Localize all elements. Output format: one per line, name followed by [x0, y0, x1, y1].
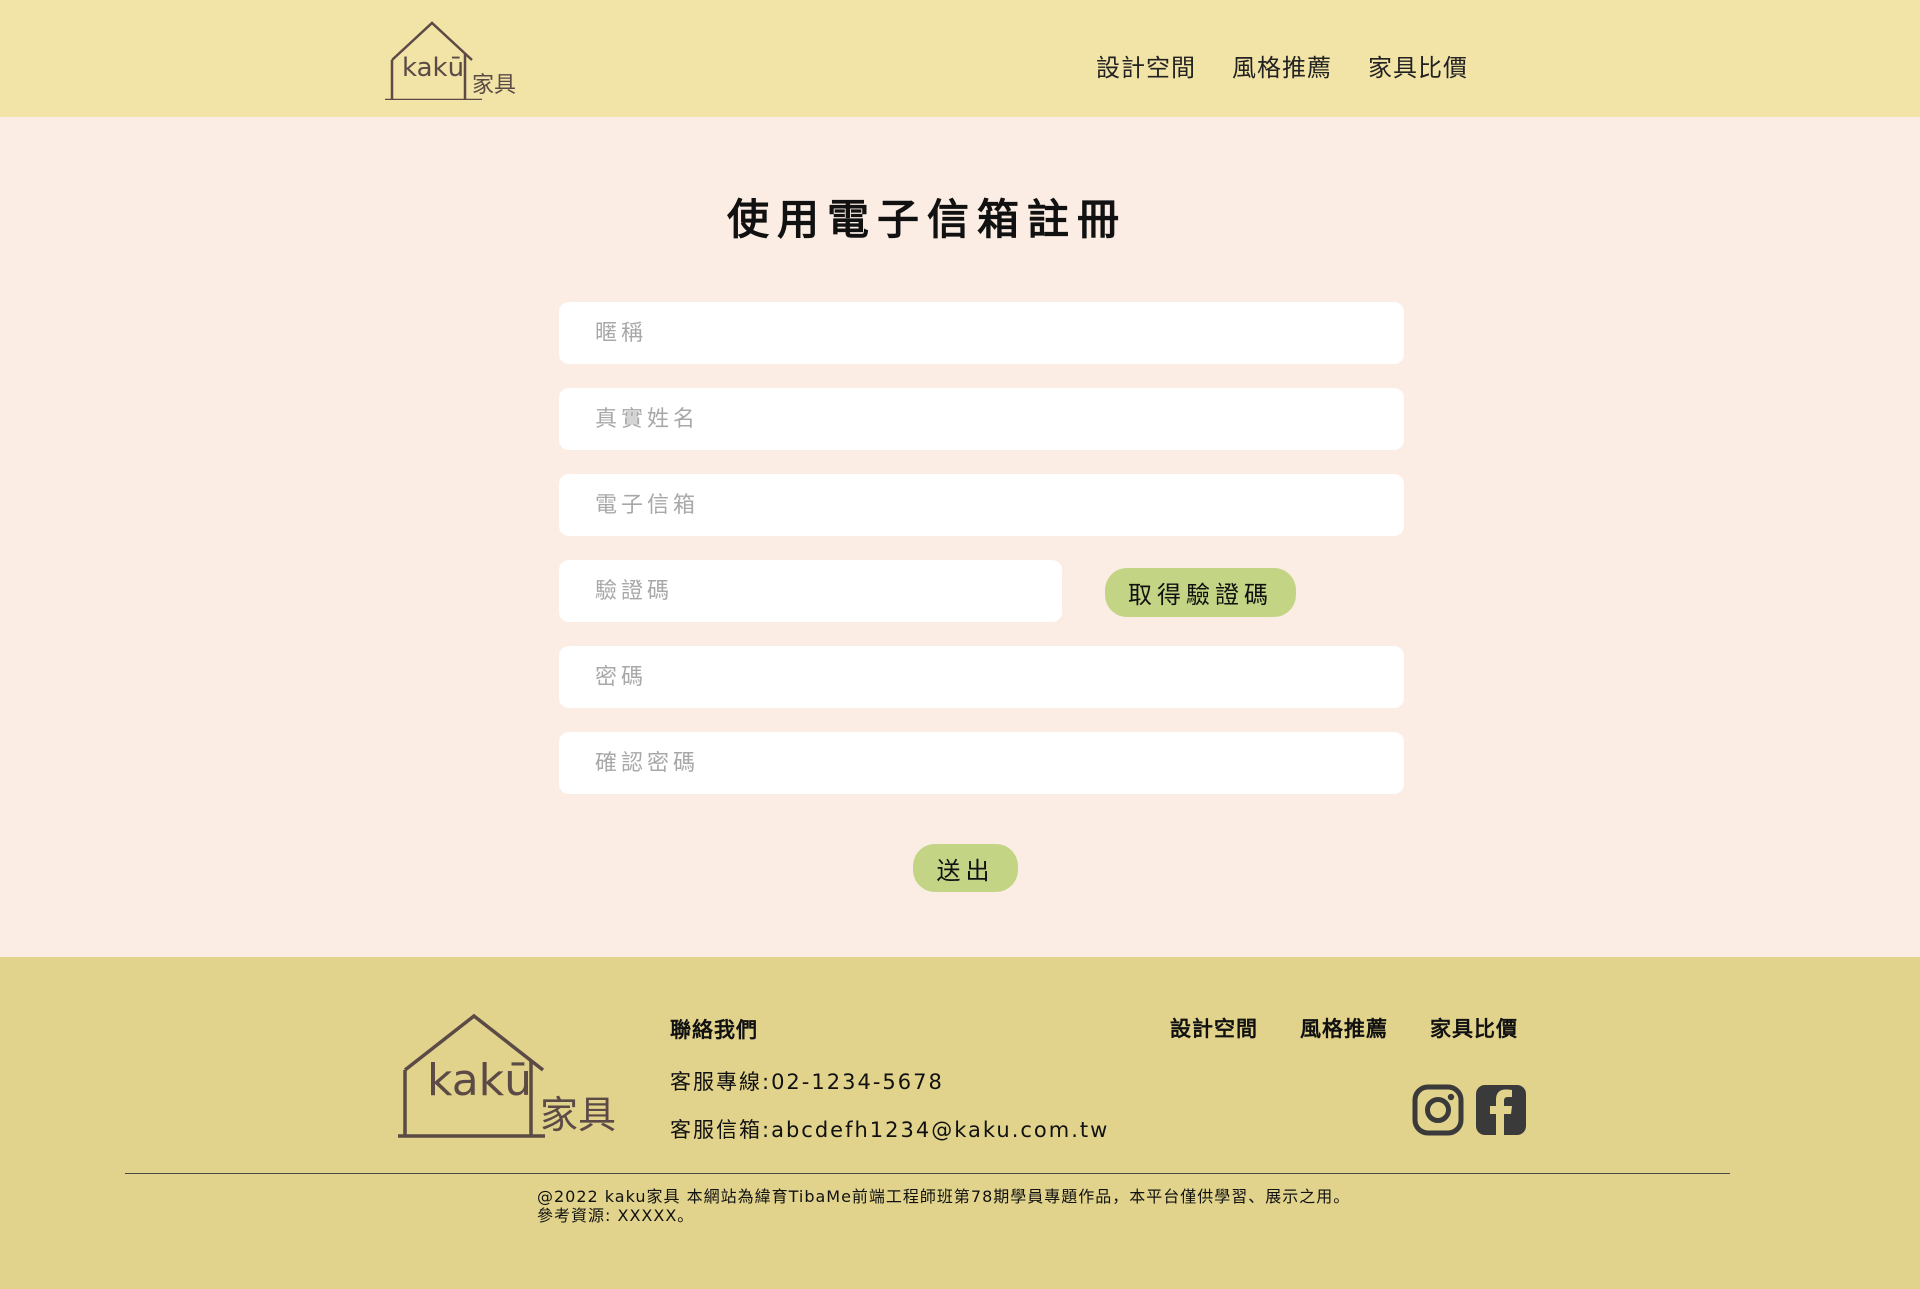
footer-divider	[125, 1173, 1730, 1174]
real-name-input[interactable]	[559, 388, 1404, 450]
submit-button[interactable]: 送出	[913, 844, 1018, 892]
site-footer: kakū 家具 聯絡我們 客服專線:02-1234-5678 客服信箱:abcd…	[0, 957, 1920, 1289]
instagram-icon	[1412, 1084, 1464, 1136]
contact-email: 客服信箱:abcdefh1234@kaku.com.tw	[670, 1118, 1110, 1142]
page-title: 使用電子信箱註冊	[726, 195, 1127, 244]
site-header: kakū 家具 設計空間 風格推薦 家具比價	[0, 0, 1920, 117]
footer-nav-design-space[interactable]: 設計空間	[1170, 1013, 1258, 1043]
nav-item-furniture-compare[interactable]: 家具比價	[1368, 48, 1468, 83]
copyright-line-2: 參考資源: XXXXX。	[537, 1206, 695, 1225]
logo[interactable]: kakū 家具	[382, 20, 527, 102]
nav-item-design-space[interactable]: 設計空間	[1096, 48, 1196, 83]
instagram-link[interactable]	[1412, 1084, 1464, 1136]
copyright: @2022 kaku家具 本網站為緯育TibaMe前端工程師班第78期學員專題作…	[537, 1187, 1350, 1225]
get-code-button[interactable]: 取得驗證碼	[1105, 568, 1296, 617]
facebook-icon	[1476, 1085, 1526, 1135]
nav-item-style-recommend[interactable]: 風格推薦	[1232, 48, 1332, 83]
contact-phone: 客服專線:02-1234-5678	[670, 1070, 944, 1094]
footer-house-logo-icon: kakū 家具	[398, 1013, 616, 1138]
logo-text: kakū	[402, 53, 464, 83]
footer-nav-furniture-compare[interactable]: 家具比價	[1430, 1013, 1518, 1043]
footer-nav-style-recommend[interactable]: 風格推薦	[1300, 1013, 1388, 1043]
password-input[interactable]	[559, 646, 1404, 708]
footer-nav: 設計空間 風格推薦 家具比價	[1170, 1013, 1518, 1043]
facebook-link[interactable]	[1475, 1084, 1527, 1136]
page: kakū 家具 設計空間 風格推薦 家具比價 使用電子信箱註冊 取得驗證碼 送出…	[0, 0, 1920, 1289]
contact-title: 聯絡我們	[670, 1018, 758, 1042]
footer-logo[interactable]: kakū 家具	[395, 1013, 625, 1138]
nickname-input[interactable]	[559, 302, 1404, 364]
copyright-line-1: @2022 kaku家具 本網站為緯育TibaMe前端工程師班第78期學員專題作…	[537, 1187, 1351, 1206]
header-nav: 設計空間 風格推薦 家具比價	[1096, 48, 1468, 83]
email-input[interactable]	[559, 474, 1404, 536]
footer-logo-subtext: 家具	[540, 1093, 616, 1137]
house-logo-icon: kakū 家具	[385, 21, 516, 102]
verification-code-input[interactable]	[559, 560, 1062, 622]
logo-subtext: 家具	[472, 73, 516, 98]
footer-logo-text: kakū	[427, 1055, 532, 1106]
confirm-password-input[interactable]	[559, 732, 1404, 794]
